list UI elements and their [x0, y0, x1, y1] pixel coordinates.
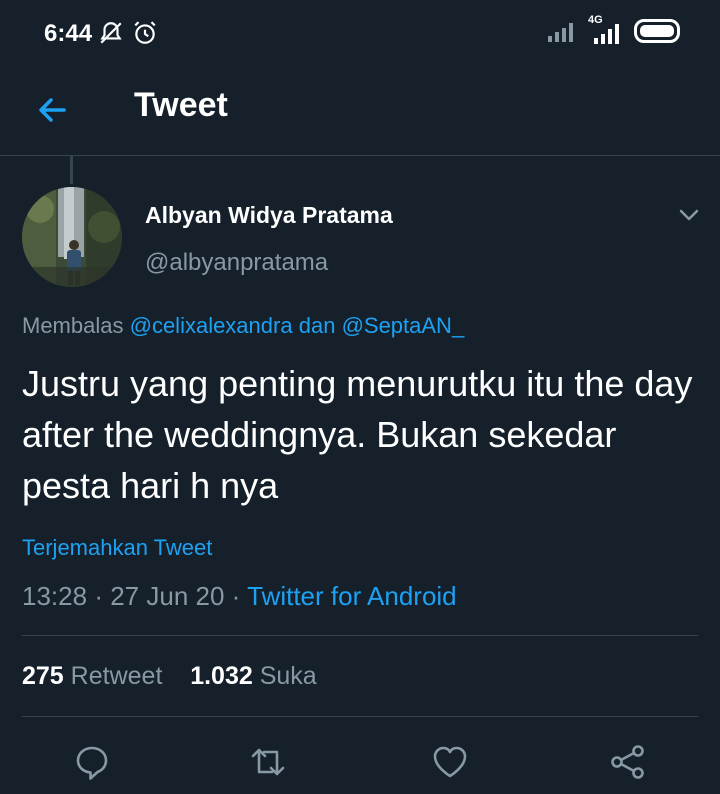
like-stat[interactable]: 1.032 Suka [190, 662, 317, 690]
thread-line [70, 156, 73, 184]
divider [22, 635, 698, 636]
signal-icon [548, 23, 573, 42]
page-title: Tweet [134, 86, 228, 124]
status-bar: 6:44 4G [0, 0, 720, 66]
signal-bars-icon [594, 24, 619, 44]
alarm-icon [134, 21, 156, 44]
signal-4g-icon: 4G [588, 14, 624, 44]
status-icons-right: 4G [548, 14, 680, 44]
author-name[interactable]: Albyan Widya Pratama [145, 202, 393, 229]
reply-context: Membalas @celixalexandra dan @SeptaAN_ [22, 313, 464, 339]
tweet-stats: 275 Retweet 1.032 Suka [22, 662, 317, 691]
reply-icon[interactable] [72, 742, 112, 782]
tweet-time: 13:28 [22, 581, 88, 611]
divider [22, 716, 698, 717]
author-handle[interactable]: @albyanpratama [145, 249, 328, 277]
reply-prefix: Membalas [22, 313, 124, 338]
status-time: 6:44 [44, 20, 93, 47]
battery-icon [634, 19, 680, 43]
separator-dot: · [231, 581, 241, 611]
like-count: 1.032 [190, 662, 253, 690]
avatar[interactable] [22, 187, 122, 287]
tweet-date: 27 Jun 20 [110, 581, 225, 611]
retweet-icon[interactable] [248, 742, 288, 782]
arrow-left-icon[interactable] [30, 88, 74, 132]
reply-conjunction: dan [298, 313, 336, 338]
mention-link[interactable]: @SeptaAN_ [342, 313, 465, 338]
tweet-text: Justru yang penting menurutku itu the da… [22, 363, 693, 506]
translate-link[interactable]: Terjemahkan Tweet [22, 535, 212, 561]
retweet-stat[interactable]: 275 Retweet [22, 662, 162, 690]
retweet-label: Retweet [70, 662, 163, 690]
chevron-down-icon[interactable] [674, 200, 704, 230]
tweet-meta: 13:28 · 27 Jun 20 · Twitter for Android [22, 581, 457, 612]
like-label: Suka [259, 662, 317, 690]
separator-dot: · [94, 581, 103, 611]
retweet-count: 275 [22, 662, 64, 690]
share-icon[interactable] [608, 742, 648, 782]
like-icon[interactable] [430, 742, 470, 782]
silent-alarm-icon [100, 22, 122, 44]
header: Tweet [0, 66, 720, 156]
status-icons-left [98, 20, 158, 46]
mention-link[interactable]: @celixalexandra [130, 313, 293, 338]
tweet-source-link[interactable]: Twitter for Android [247, 581, 457, 611]
action-bar [0, 734, 720, 794]
